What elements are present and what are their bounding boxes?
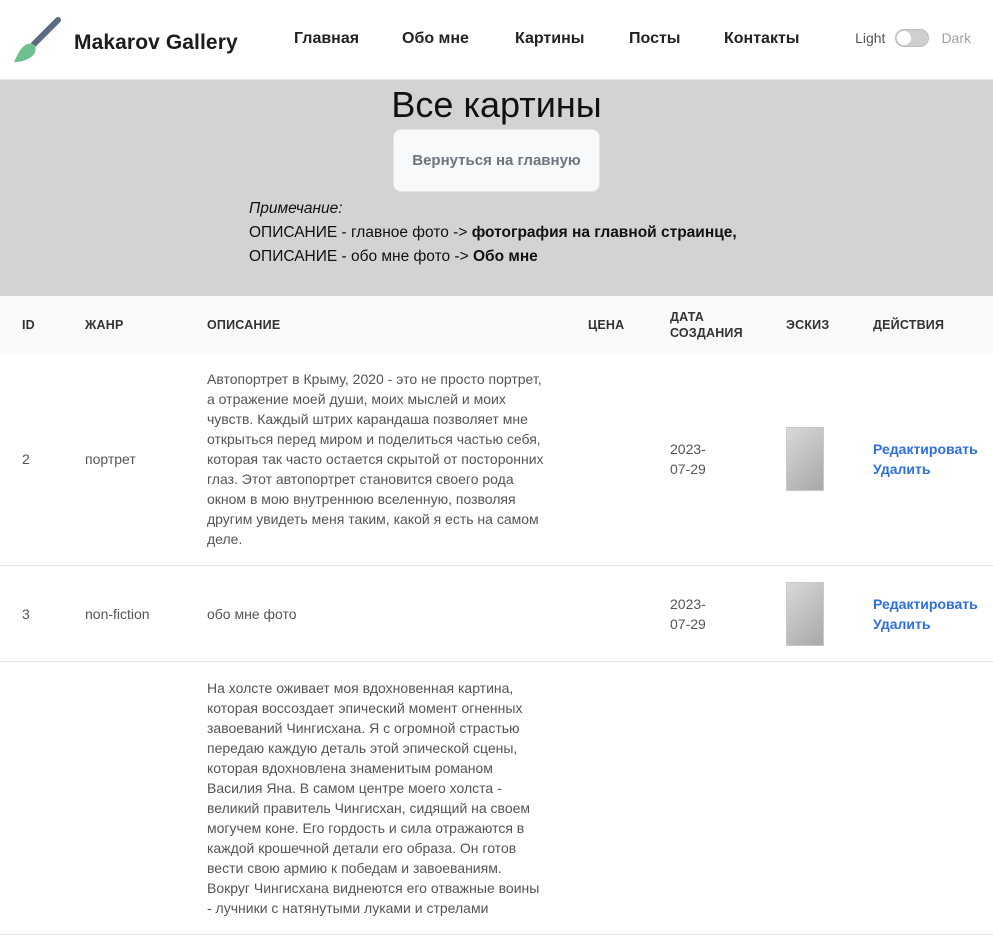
- note-line-1: ОПИСАНИЕ - главное фото -> фотография на…: [249, 221, 737, 245]
- note-line-2-prefix: ОПИСАНИЕ - обо мне фото ->: [249, 248, 473, 265]
- col-header-date-line1: ДАТА: [670, 309, 704, 324]
- cell-date: 2023-07-29: [670, 565, 786, 662]
- delete-link[interactable]: Удалить: [873, 459, 993, 479]
- cell-genre: портрет: [85, 353, 207, 566]
- note-line-1-bold: фотография на главной страинце,: [471, 224, 737, 241]
- cell-sketch: [786, 661, 873, 935]
- col-header-sketch: ЭСКИЗ: [786, 317, 830, 332]
- paintbrush-icon: [12, 14, 64, 71]
- note-block: Примечание: ОПИСАНИЕ - главное фото -> ф…: [249, 197, 737, 269]
- col-header-actions: ДЕЙСТВИЯ: [873, 317, 945, 332]
- cell-description: обо мне фото: [207, 565, 588, 662]
- sketch-thumbnail[interactable]: [786, 581, 824, 646]
- cell-price: [588, 661, 670, 935]
- col-header-genre: ЖАНР: [85, 317, 124, 332]
- note-line-1-prefix: ОПИСАНИЕ - главное фото ->: [249, 224, 472, 241]
- spacer-cell: [0, 661, 22, 935]
- spacer-cell: [0, 353, 22, 566]
- spacer-cell: [0, 296, 22, 353]
- hero-section: Все картины Вернуться на главную Примеча…: [0, 80, 993, 296]
- edit-link[interactable]: Редактировать: [873, 439, 993, 459]
- cell-id: 2: [22, 353, 85, 566]
- theme-dark-label: Dark: [941, 30, 971, 46]
- cell-price: [588, 565, 670, 662]
- col-header-description: ОПИСАНИЕ: [207, 317, 281, 332]
- theme-switcher: Light Dark: [855, 29, 971, 47]
- brand-title: Makarov Gallery: [74, 30, 238, 54]
- nav-link-paintings[interactable]: Картины: [515, 30, 584, 48]
- cell-date: 2023-07-29: [670, 353, 786, 566]
- table-row: 3 non-fiction обо мне фото 2023-07-29 Ре…: [0, 565, 993, 662]
- nav-link-posts[interactable]: Посты: [629, 30, 680, 48]
- brand[interactable]: Makarov Gallery: [12, 14, 238, 71]
- spacer-cell: [0, 565, 22, 662]
- table-row: 2 портрет Автопортрет в Крыму, 2020 - эт…: [0, 353, 993, 566]
- toggle-knob: [897, 31, 912, 45]
- col-header-id: ID: [22, 317, 35, 332]
- table-header-row: ID ЖАНР ОПИСАНИЕ ЦЕНА ДАТА СОЗДАНИЯ ЭСКИЗ…: [0, 296, 993, 353]
- nav-link-about[interactable]: Обо мне: [402, 30, 469, 48]
- cell-actions: Редактировать Удалить: [873, 353, 993, 566]
- theme-toggle[interactable]: [895, 29, 930, 47]
- cell-date: [670, 661, 786, 935]
- cell-id: 3: [22, 565, 85, 662]
- note-line-2: ОПИСАНИЕ - обо мне фото -> Обо мне: [249, 245, 737, 269]
- cell-sketch: [786, 565, 873, 662]
- cell-id: [22, 661, 85, 935]
- cell-price: [588, 353, 670, 566]
- cell-genre: [85, 661, 207, 935]
- edit-link[interactable]: Редактировать: [873, 594, 993, 614]
- nav-link-home[interactable]: Главная: [294, 30, 359, 48]
- col-header-date-line2: СОЗДАНИЯ: [670, 325, 743, 340]
- cell-description: На холсте оживает моя вдохновенная карти…: [207, 661, 588, 935]
- cell-actions: [873, 661, 993, 935]
- table-row: На холсте оживает моя вдохновенная карти…: [0, 661, 993, 935]
- back-to-home-button[interactable]: Вернуться на главную: [393, 129, 600, 192]
- col-header-price: ЦЕНА: [588, 317, 625, 332]
- sketch-thumbnail[interactable]: [786, 427, 824, 491]
- paintings-table: ID ЖАНР ОПИСАНИЕ ЦЕНА ДАТА СОЗДАНИЯ ЭСКИЗ…: [0, 296, 993, 935]
- note-line-2-bold: Обо мне: [472, 248, 538, 265]
- cell-actions: Редактировать Удалить: [873, 565, 993, 662]
- note-label: Примечание:: [249, 200, 343, 217]
- cell-genre: non-fiction: [85, 565, 207, 662]
- theme-light-label: Light: [855, 30, 886, 46]
- page-title: Все картины: [391, 84, 602, 125]
- cell-sketch: [786, 353, 873, 566]
- cell-description: Автопортрет в Крыму, 2020 - это не прост…: [207, 353, 588, 566]
- navbar: Makarov Gallery Главная Обо мне Картины …: [0, 0, 993, 80]
- col-header-date: ДАТА СОЗДАНИЯ: [670, 296, 786, 353]
- delete-link[interactable]: Удалить: [873, 614, 993, 634]
- nav-link-contacts[interactable]: Контакты: [724, 30, 799, 48]
